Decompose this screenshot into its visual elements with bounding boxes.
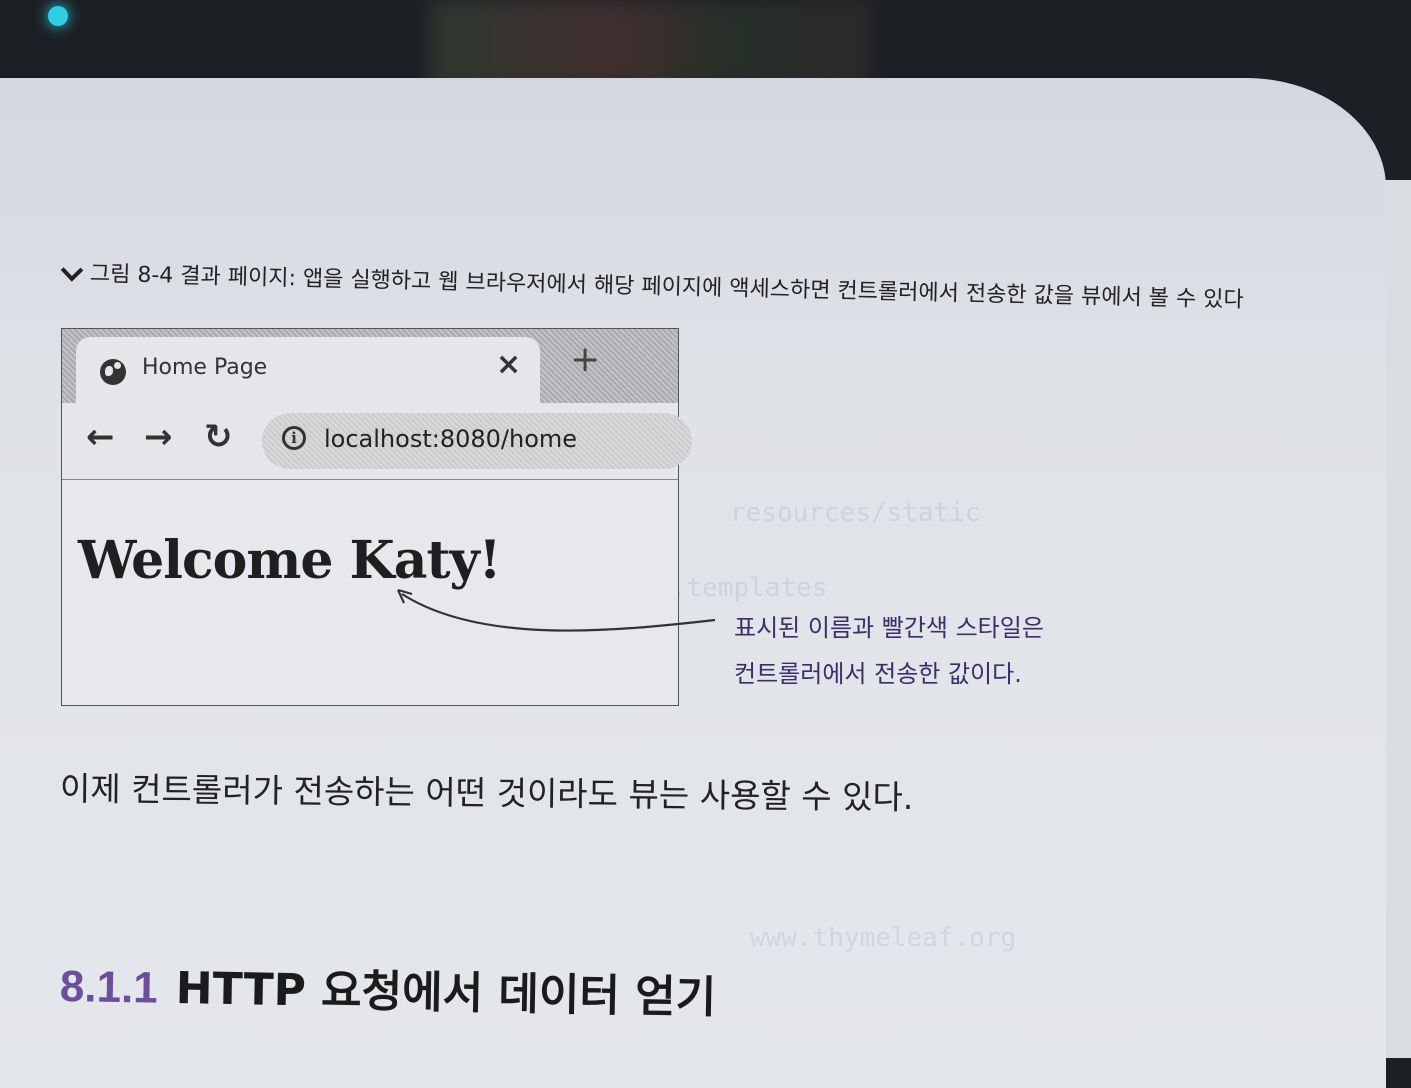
bleed-through-text: resources/static	[730, 498, 981, 528]
annotation-arrow	[397, 588, 716, 632]
browser-window: Home Page × + ← → ↻ i localhost:8080/hom…	[61, 328, 692, 706]
address-bar[interactable]: i localhost:8080/home	[262, 413, 692, 469]
section-title: HTTP 요청에서 데이터 얻기	[175, 963, 717, 1024]
new-tab-button[interactable]: +	[570, 339, 600, 380]
url-text: localhost:8080/home	[324, 425, 578, 453]
welcome-heading: Welcome Katy!	[78, 530, 501, 591]
annotation-line-2: 컨트롤러에서 전송한 값이다.	[734, 660, 1022, 688]
annotation-line-1: 표시된 이름과 빨간색 스타일은	[734, 614, 1044, 642]
back-button[interactable]: ←	[86, 417, 115, 457]
forward-button[interactable]: →	[144, 417, 173, 457]
navigation-bar: ← → ↻ i localhost:8080/home	[62, 403, 692, 480]
close-tab-icon[interactable]: ×	[496, 347, 521, 382]
bleed-through-text: www.thymeleaf.org	[750, 923, 1017, 953]
annotation: 표시된 이름과 빨간색 스타일은 컨트롤러에서 전송한 값이다.	[734, 605, 1044, 697]
info-icon[interactable]: i	[282, 426, 306, 450]
tab-title: Home Page	[142, 355, 268, 380]
tab-bar: Home Page × +	[62, 329, 678, 403]
background-light	[48, 6, 68, 26]
reload-button[interactable]: ↻	[204, 417, 233, 457]
body-paragraph: 이제 컨트롤러가 전송하는 어떤 것이라도 뷰는 사용할 수 있다.	[59, 769, 914, 817]
tab-home-page[interactable]: Home Page ×	[76, 337, 540, 403]
globe-icon	[100, 359, 126, 385]
section-number: 8.1.1	[59, 962, 159, 1013]
chevron-down-icon	[60, 258, 84, 282]
background-blur	[430, 0, 870, 88]
section-heading: 8.1.1 HTTP 요청에서 데이터 얻기	[59, 950, 716, 1025]
